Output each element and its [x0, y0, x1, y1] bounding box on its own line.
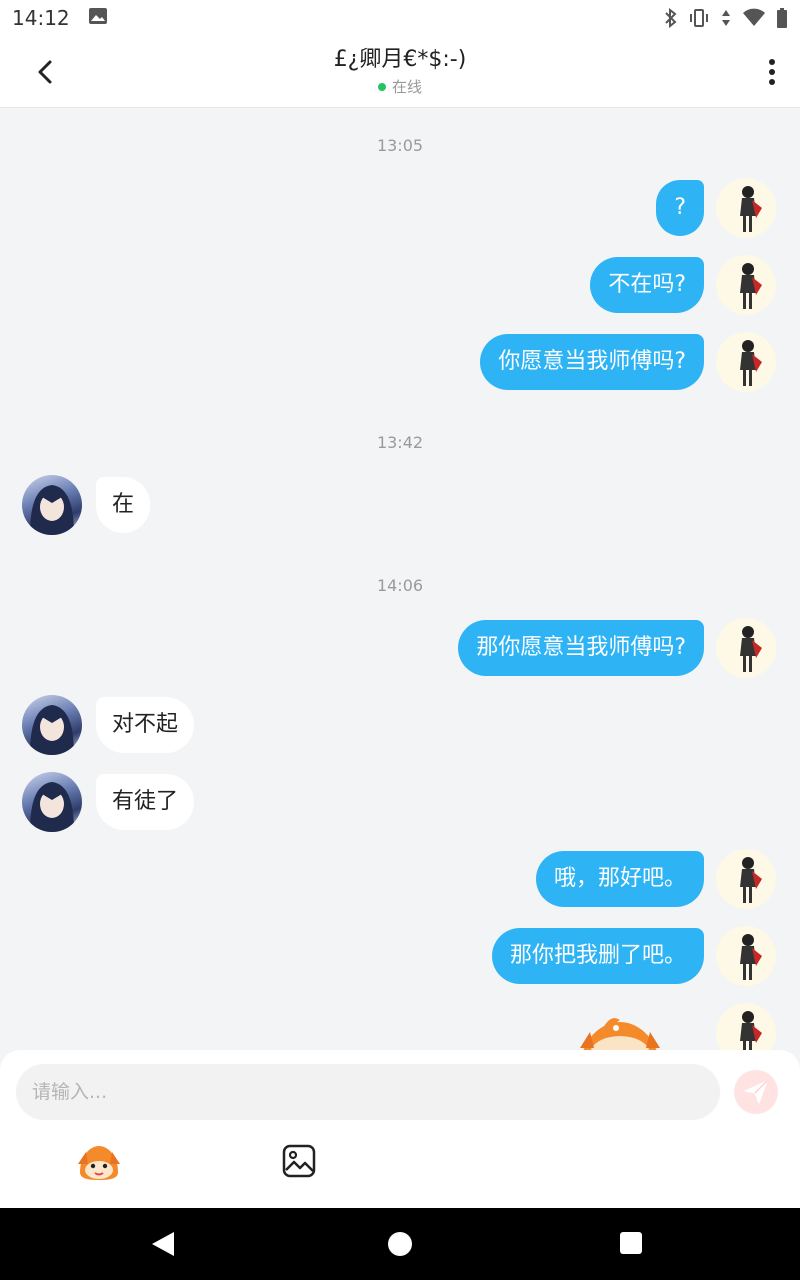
nav-back-button[interactable]: [150, 1230, 176, 1262]
message-row-incoming: 有徒了: [0, 772, 800, 832]
incoming-bubble[interactable]: 有徒了: [96, 774, 195, 830]
send-button[interactable]: [734, 1070, 778, 1114]
my-avatar[interactable]: [716, 926, 776, 986]
outgoing-bubble[interactable]: ?: [656, 180, 704, 236]
chat-messages[interactable]: 13:05 ? 不在吗? 你愿意当我师傅吗? 13:42 在 14:06 那你愿…: [0, 108, 800, 1050]
chat-header: £¿卿月€*$:-) 在线: [0, 36, 800, 108]
gallery-notification-icon: [88, 6, 108, 30]
my-avatar[interactable]: [716, 332, 776, 392]
my-avatar[interactable]: [716, 255, 776, 315]
message-input[interactable]: [16, 1064, 720, 1120]
message-row-outgoing: 你愿意当我师傅吗?: [0, 332, 800, 392]
outgoing-bubble[interactable]: 那你愿意当我师傅吗?: [458, 620, 704, 676]
my-avatar[interactable]: [716, 849, 776, 909]
battery-icon: [776, 8, 788, 28]
system-navigation-bar: [0, 1208, 800, 1280]
incoming-bubble[interactable]: 对不起: [96, 697, 195, 753]
contact-avatar[interactable]: [22, 772, 82, 832]
more-vertical-icon: [769, 59, 775, 85]
outgoing-bubble[interactable]: 那你把我删了吧。: [491, 928, 704, 984]
bluetooth-icon: [664, 8, 678, 28]
online-status-label: 在线: [391, 78, 422, 96]
data-arrows-icon: [720, 8, 732, 28]
contact-avatar[interactable]: [22, 475, 82, 535]
timestamp: 13:42: [376, 433, 424, 452]
contact-avatar[interactable]: [22, 695, 82, 755]
my-avatar[interactable]: [716, 618, 776, 678]
outgoing-bubble[interactable]: 你愿意当我师傅吗?: [480, 334, 704, 390]
online-dot-icon: [377, 82, 386, 91]
image-button[interactable]: [282, 1144, 316, 1178]
wifi-icon: [742, 8, 766, 28]
status-time: 14:12: [12, 6, 70, 30]
outgoing-bubble[interactable]: 不在吗?: [590, 257, 704, 313]
status-bar: 14:12: [0, 0, 800, 36]
timestamp: 14:06: [376, 576, 424, 595]
sticker-message[interactable]: [572, 1008, 668, 1050]
mascot-emoji-icon: [78, 1146, 120, 1180]
image-icon: [282, 1144, 316, 1178]
message-row-outgoing: 那你愿意当我师傅吗?: [0, 618, 800, 678]
message-row-outgoing: 那你把我删了吧。: [0, 926, 800, 986]
chat-title: £¿卿月€*$:-): [333, 47, 467, 72]
my-avatar[interactable]: [716, 178, 776, 238]
nav-home-button[interactable]: [388, 1232, 412, 1256]
message-row-incoming: 在: [0, 475, 800, 535]
orange-mascot-sticker-icon: [580, 1018, 660, 1050]
paper-plane-icon: [744, 1080, 768, 1104]
message-row-outgoing: [0, 1003, 800, 1050]
message-row-outgoing: 不在吗?: [0, 255, 800, 315]
timestamp: 13:05: [376, 136, 424, 155]
sticker-button[interactable]: [76, 1142, 122, 1182]
vibrate-icon: [688, 8, 710, 28]
outgoing-bubble[interactable]: 哦，那好吧。: [535, 851, 704, 907]
message-row-outgoing: 哦，那好吧。: [0, 849, 800, 909]
nav-recent-apps-button[interactable]: [620, 1232, 642, 1254]
message-row-incoming: 对不起: [0, 695, 800, 755]
message-row-outgoing: ?: [0, 178, 800, 238]
incoming-bubble[interactable]: 在: [96, 477, 151, 533]
online-status: 在线: [0, 76, 800, 97]
message-composer: [0, 1050, 800, 1208]
triangle-back-icon: [152, 1232, 174, 1256]
more-options-button[interactable]: [766, 54, 778, 90]
my-avatar[interactable]: [716, 1003, 776, 1050]
